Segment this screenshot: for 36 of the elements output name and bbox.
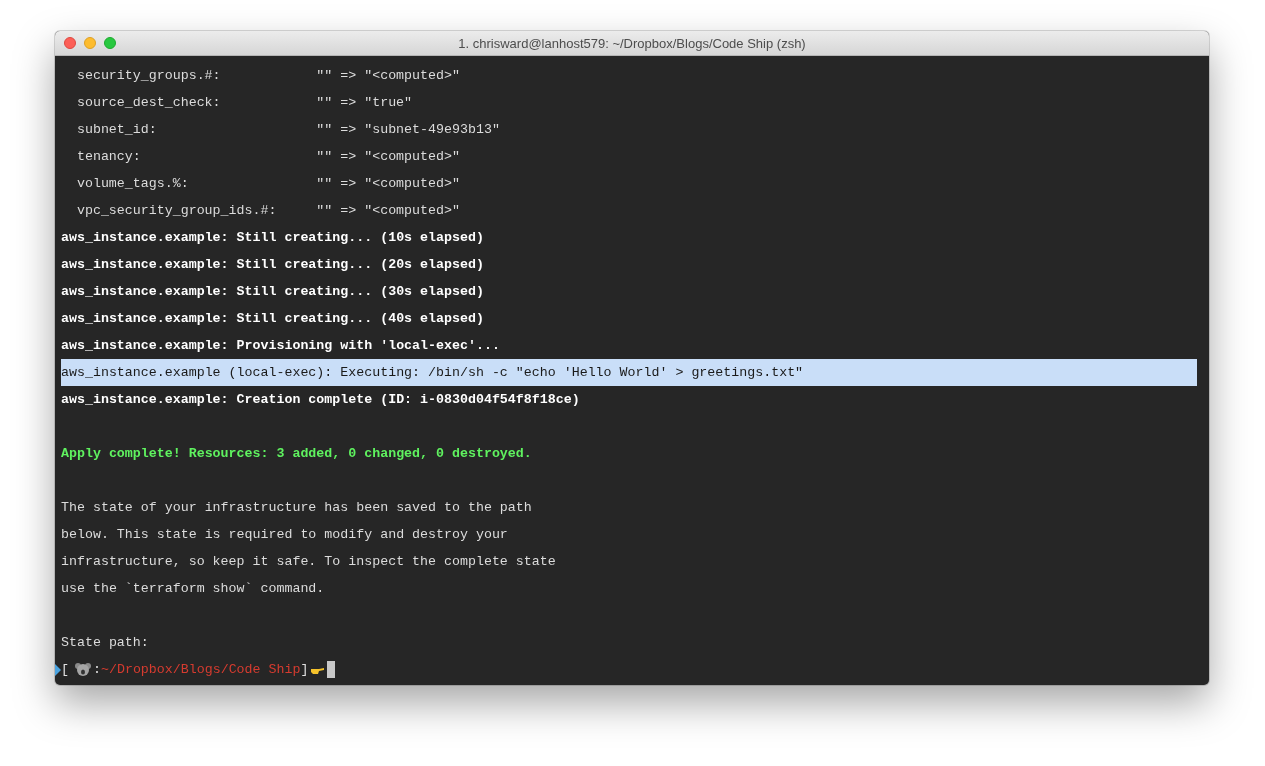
zoom-button[interactable]: [104, 37, 116, 49]
close-button[interactable]: [64, 37, 76, 49]
prompt-bracket: [: [61, 662, 69, 677]
attribute-name: volume_tags.%:: [76, 176, 190, 191]
output-text: State path:: [61, 635, 149, 650]
prompt-separator: :: [93, 662, 101, 677]
attribute-name: security_groups.#:: [76, 68, 222, 83]
prompt-bracket: ]: [300, 662, 309, 677]
attribute-value: "" => "true": [316, 95, 413, 110]
attribute-name: source_dest_check:: [76, 95, 222, 110]
koala-icon: [75, 662, 91, 677]
output-text: aws_instance.example: Provisioning with 'local-exec'...: [61, 338, 500, 353]
output-text: aws_instance.example: Still creating... (20s elapsed): [61, 257, 484, 272]
prompt-path: ~/Dropbox/Blogs/Code Ship: [100, 662, 301, 677]
attribute-name: vpc_security_group_ids.#:: [76, 203, 278, 218]
output-text: aws_instance.example: Creation complete (ID: i-0830d04f54f8f18ce): [61, 392, 580, 407]
output-text: below. This state is required to modify and destroy your: [61, 527, 508, 542]
output-text: The state of your infrastructure has been saved to the path: [61, 500, 532, 515]
terminal-cursor: [327, 661, 336, 678]
attribute-value: "" => "<computed>": [316, 149, 460, 164]
output-text: aws_instance.example: Still creating... (10s elapsed): [61, 230, 484, 245]
prompt-marker-icon: [55, 663, 61, 676]
output-text: Apply complete! Resources: 3 added, 0 changed, 0 destroyed.: [61, 446, 532, 461]
attribute-value: "" => "<computed>": [316, 203, 460, 218]
attribute-value: "" => "subnet-49e93b13": [316, 122, 500, 137]
output-text: use the `terraform show` command.: [61, 581, 325, 596]
output-text: aws_instance.example: Still creating... (40s elapsed): [61, 311, 484, 326]
attribute-name: tenancy:: [76, 149, 142, 164]
minimize-button[interactable]: [84, 37, 96, 49]
attribute-name: subnet_id:: [76, 122, 158, 137]
output-text: aws_instance.example (local-exec): Executing: /bin/sh -c "echo 'Hello World' > greetings.txt": [61, 365, 804, 380]
attribute-value: "" => "<computed>": [316, 68, 460, 83]
output-text: aws_instance.example: Still creating... (30s elapsed): [61, 284, 484, 299]
window-title: 1. chrisward@lanhost579: ~/Dropbox/Blogs/Code Ship (zsh): [458, 36, 806, 51]
attribute-value: "" => "<computed>": [316, 176, 460, 191]
output-text: infrastructure, so keep it safe. To inspect the complete state: [61, 554, 556, 569]
